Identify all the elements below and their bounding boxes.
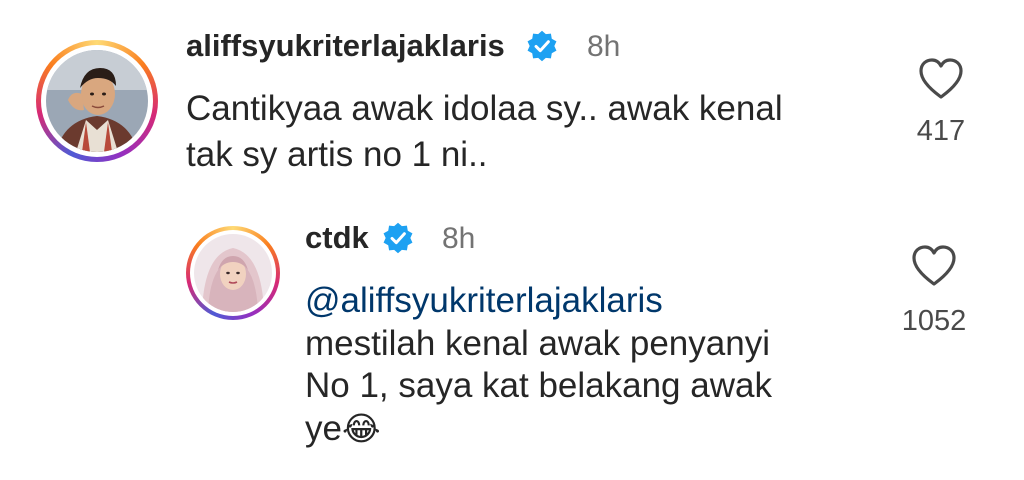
reply-text: @aliffsyukriterlajaklaris mestilah kenal…	[305, 280, 885, 451]
avatar-story-ring[interactable]	[186, 226, 280, 320]
reply-username[interactable]: ctdk	[305, 220, 369, 256]
like-count[interactable]: 417	[900, 115, 982, 148]
comment-text-line: tak sy artis no 1 ni..	[186, 135, 488, 174]
laughing-emoji: 😂	[341, 410, 381, 448]
reply-text-line: No 1, saya kat belakang awak	[305, 366, 772, 406]
mention-link[interactable]: @aliffsyukriterlajaklaris	[305, 280, 885, 323]
reply-text-line-last: ye😂	[305, 408, 885, 451]
like-count[interactable]: 1052	[886, 305, 982, 338]
comment-username[interactable]: aliffsyukriterlajaklaris	[186, 28, 505, 64]
verified-badge-icon	[383, 222, 413, 254]
reply-time: 8h	[442, 222, 476, 255]
avatar-story-ring[interactable]	[36, 40, 158, 162]
comment-text: Cantikyaa awak idolaa sy.. awak kenal ta…	[186, 88, 886, 176]
avatar-man-image	[46, 50, 148, 152]
heart-outline-icon[interactable]	[910, 244, 958, 288]
avatar[interactable]	[194, 234, 272, 312]
reply-text-line: mestilah kenal awak penyanyi	[305, 323, 770, 363]
heart-outline-icon[interactable]	[917, 57, 965, 101]
verified-badge-icon	[527, 30, 557, 62]
comment-1: aliffsyukriterlajaklaris 8h Cantikyaa aw…	[0, 0, 1024, 200]
comment-text-line: Cantikyaa awak idolaa sy.. awak kenal	[186, 89, 783, 128]
reply-text-line: ye	[305, 409, 342, 449]
avatar[interactable]	[46, 50, 148, 152]
comment-2-reply: ctdk 8h @aliffsyukriterlajaklaris mestil…	[0, 200, 1024, 480]
avatar-woman-image	[194, 234, 272, 312]
comment-time: 8h	[587, 30, 621, 63]
